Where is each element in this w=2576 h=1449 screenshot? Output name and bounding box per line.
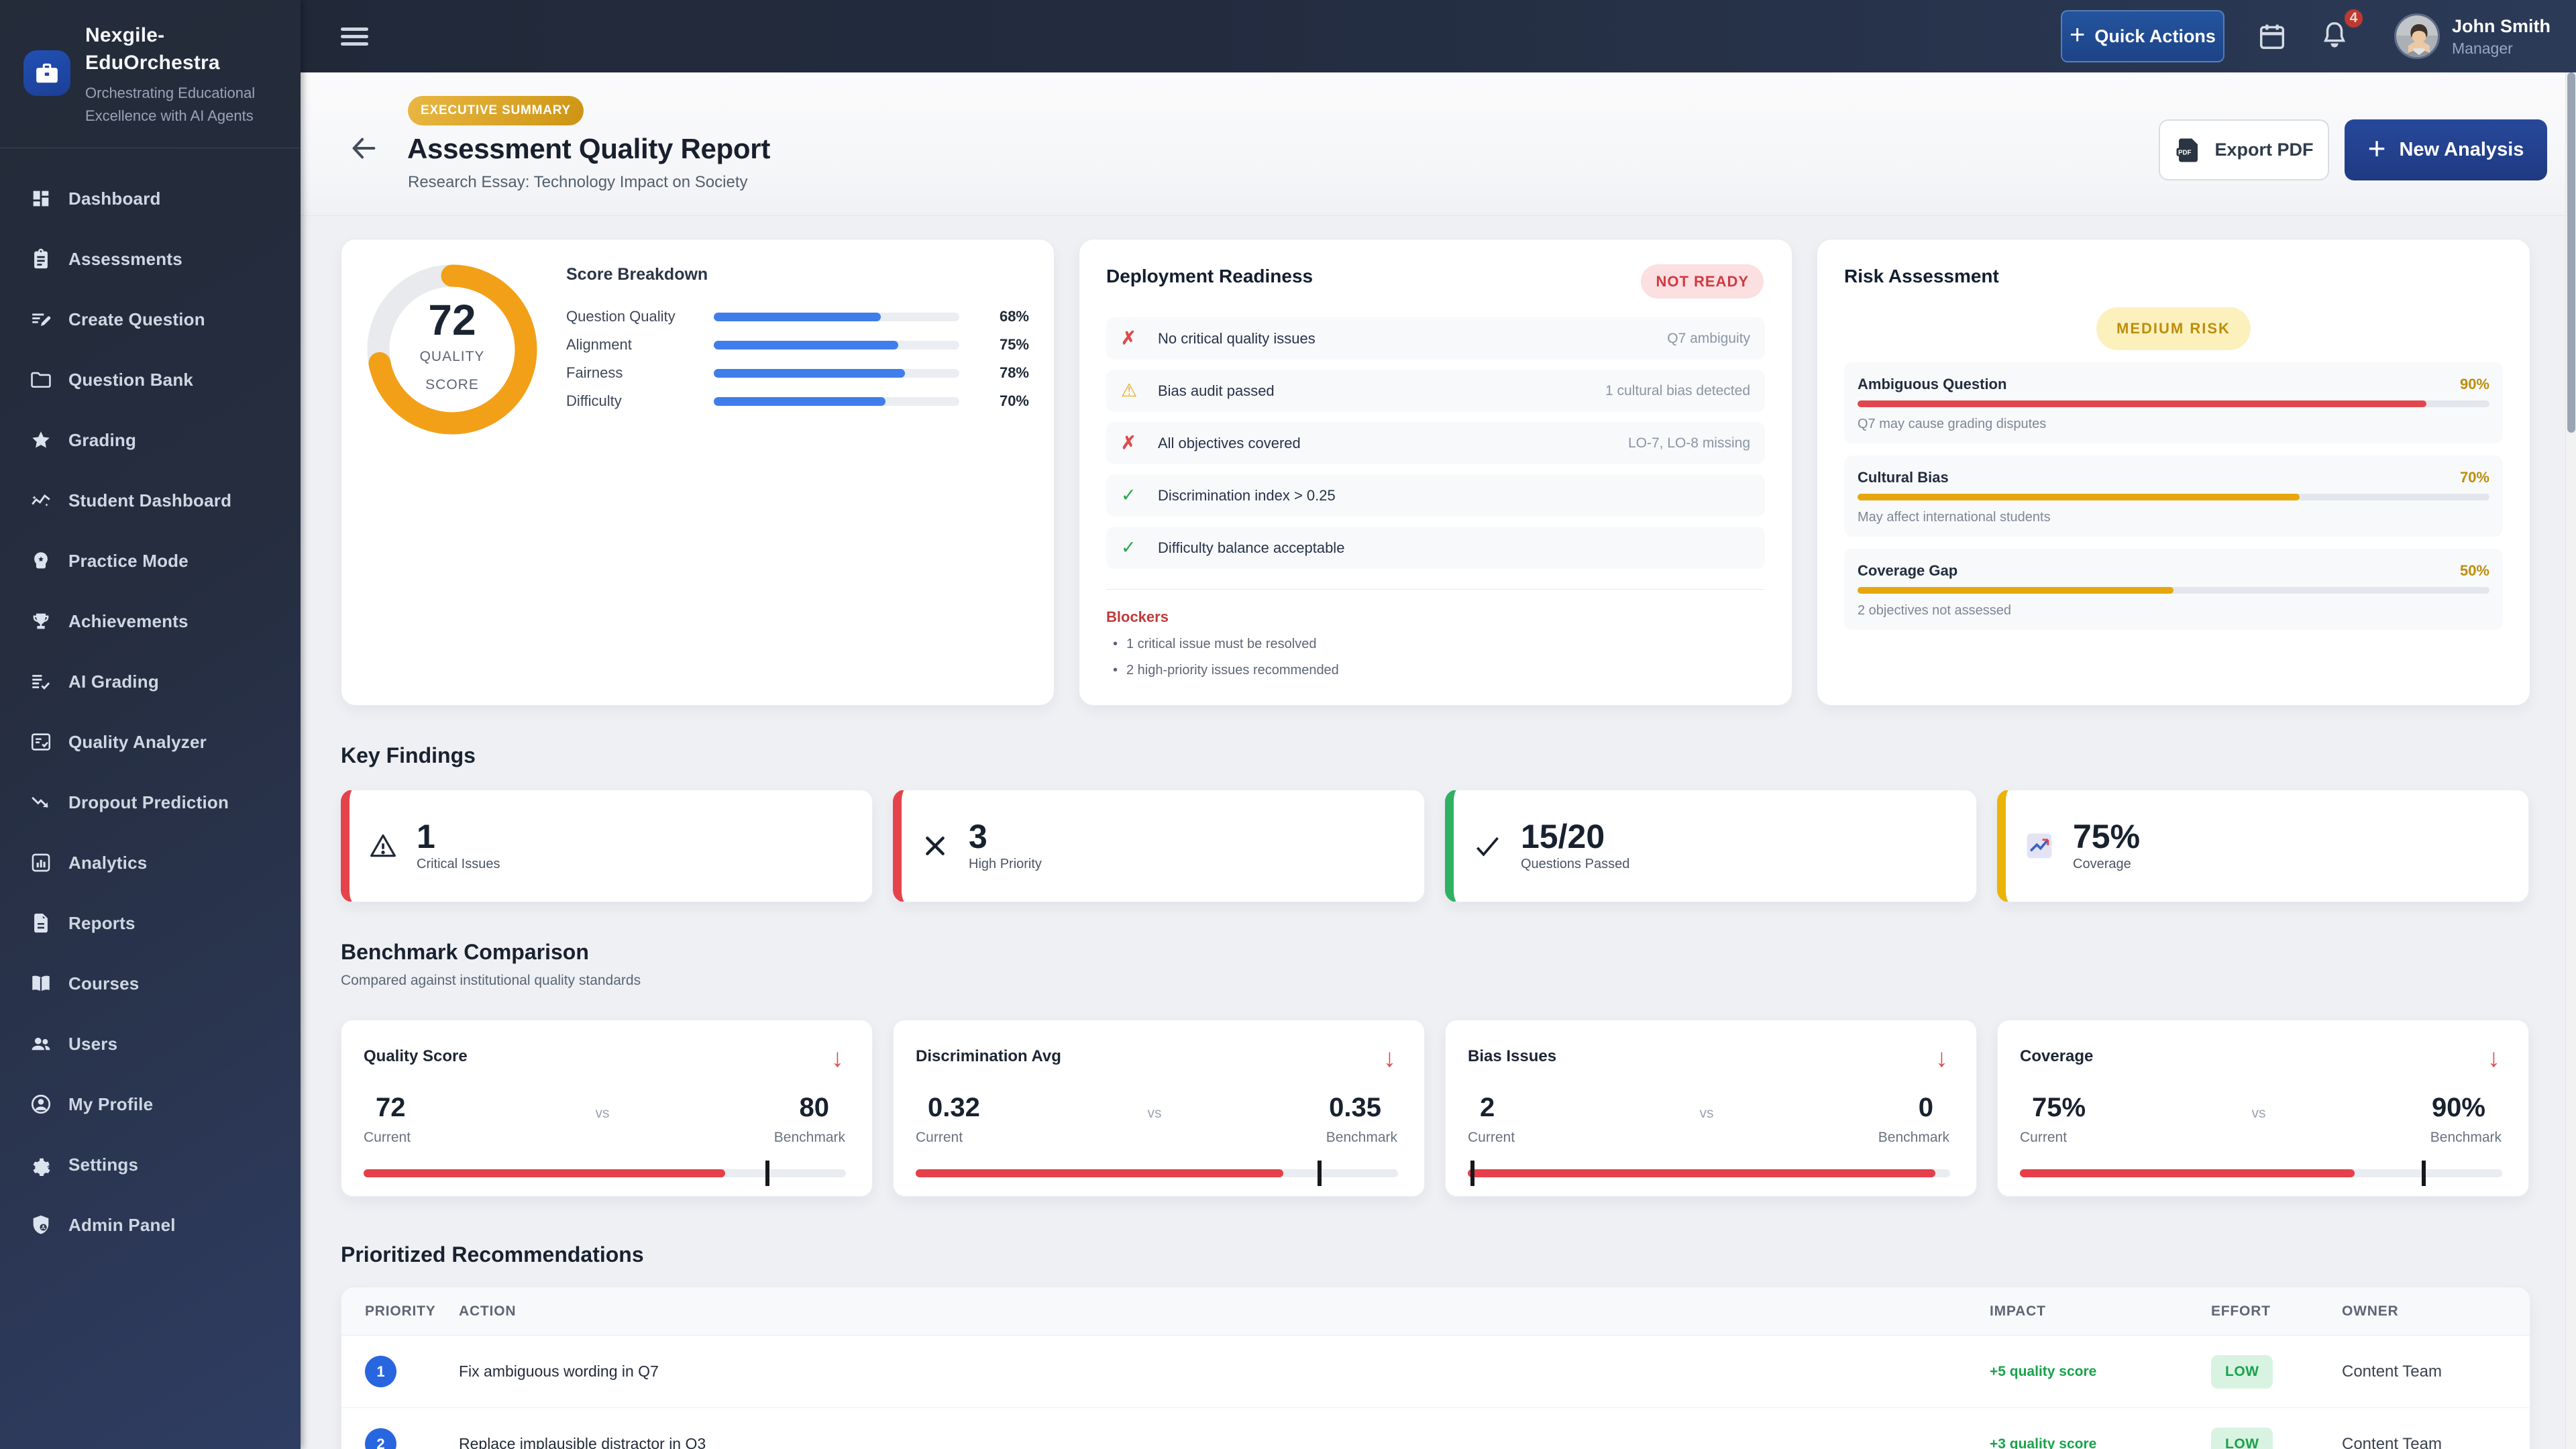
svg-text:PDF: PDF xyxy=(2178,149,2192,156)
